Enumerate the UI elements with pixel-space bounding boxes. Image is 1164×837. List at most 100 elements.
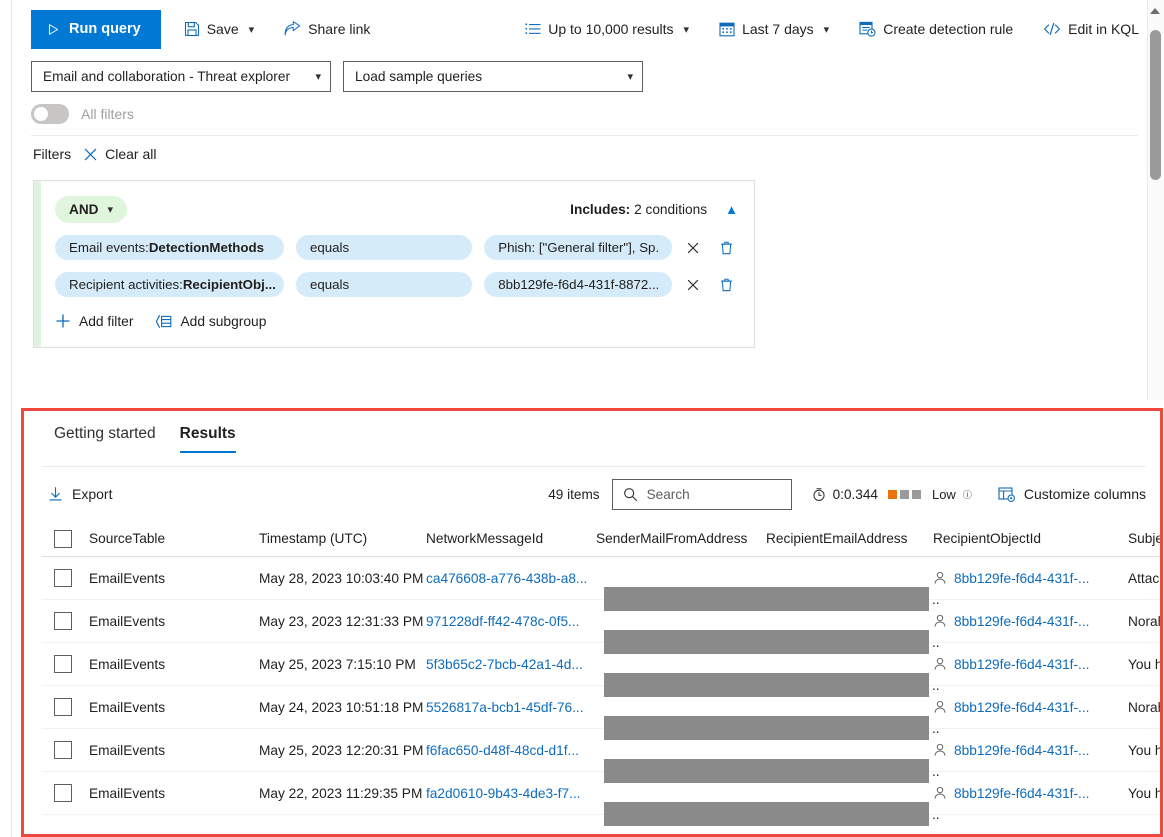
filter-value-0[interactable]: Phish: ["General filter"], Sp... xyxy=(484,235,673,260)
clear-all-button[interactable]: Clear all xyxy=(83,146,156,162)
network-message-id-link[interactable]: 5526817a-bcb1-45df-76... xyxy=(426,700,596,715)
add-subgroup-button[interactable]: Add subgroup xyxy=(155,314,266,329)
advanced-hunting-page: Run query Save ▾ Share link Up to 10,000… xyxy=(0,0,1164,837)
cell-recipient-email-address-truncated: .. xyxy=(932,764,940,779)
tab-results-label: Results xyxy=(179,425,236,442)
all-filters-label: All filters xyxy=(81,106,134,122)
filters-title: Filters xyxy=(33,146,72,162)
edit-in-kql-button[interactable]: Edit in KQL xyxy=(1036,13,1146,45)
filter-value-1[interactable]: 8bb129fe-f6d4-431f-8872... xyxy=(484,272,673,297)
recipient-object-id-link[interactable]: 8bb129fe-f6d4-431f-... xyxy=(954,571,1089,586)
all-filters-toggle[interactable] xyxy=(31,104,69,124)
filter-operator-0[interactable]: equals xyxy=(295,235,473,260)
network-message-id-link[interactable]: 971228df-ff42-478c-0f5... xyxy=(426,614,596,629)
scrollbar-thumb[interactable] xyxy=(1150,30,1161,180)
table-row[interactable]: EmailEvents May 28, 2023 10:03:40 PM ca476… xyxy=(42,557,1160,611)
filter-operator-label-1: equals xyxy=(309,277,350,292)
tab-getting-started[interactable]: Getting started xyxy=(42,419,168,453)
chevron-down-icon[interactable]: ▾ xyxy=(315,70,321,83)
chevron-down-icon[interactable]: ▾ xyxy=(107,203,113,216)
column-header-network-message-id[interactable]: NetworkMessageId xyxy=(426,531,596,546)
column-header-source-table[interactable]: SourceTable xyxy=(89,531,259,546)
chevron-down-icon[interactable]: ▾ xyxy=(249,23,255,36)
info-icon[interactable]: ⓘ xyxy=(963,488,972,501)
table-row[interactable]: EmailEvents May 25, 2023 12:20:31 PM f6fac… xyxy=(42,729,1160,783)
column-header-sender-mail-from-address[interactable]: SenderMailFromAddress xyxy=(596,531,766,546)
filter-operator-1[interactable]: equals xyxy=(295,272,473,297)
run-query-button[interactable]: Run query xyxy=(31,9,161,49)
all-filters-row: All filters xyxy=(31,104,134,124)
cell-recipient-object-id: 8bb129fe-f6d4-431f-... xyxy=(933,657,1128,672)
save-button[interactable]: Save ▾ xyxy=(177,13,261,45)
redaction-bar xyxy=(604,716,929,740)
clear-condition-1-button[interactable] xyxy=(681,273,704,297)
run-query-label: Run query xyxy=(69,21,141,37)
cell-recipient-email-address-truncated: .. xyxy=(932,678,940,693)
cell-subject: You ha xyxy=(1128,785,1160,801)
export-button[interactable]: Export xyxy=(42,482,118,506)
search-input[interactable]: Search xyxy=(611,478,792,510)
cell-recipient-object-id: 8bb129fe-f6d4-431f-... xyxy=(933,614,1128,629)
recipient-object-id-link[interactable]: 8bb129fe-f6d4-431f-... xyxy=(954,614,1089,629)
cell-source-table: EmailEvents xyxy=(89,699,166,715)
person-icon xyxy=(933,743,947,757)
recipient-object-id-link[interactable]: 8bb129fe-f6d4-431f-... xyxy=(954,700,1089,715)
scroll-up-arrow-icon[interactable] xyxy=(1150,8,1160,14)
row-checkbox[interactable] xyxy=(54,569,72,587)
person-icon xyxy=(933,700,947,714)
play-icon xyxy=(47,23,60,36)
table-row[interactable]: EmailEvents May 23, 2023 12:31:33 PM 97122… xyxy=(42,600,1160,654)
chevron-up-icon[interactable]: ▲ xyxy=(725,202,738,217)
column-header-subject[interactable]: Subject xyxy=(1128,531,1160,546)
select-all-checkbox[interactable] xyxy=(54,529,72,548)
row-checkbox[interactable] xyxy=(54,741,72,759)
chevron-down-icon[interactable]: ▾ xyxy=(684,23,690,36)
tab-results[interactable]: Results xyxy=(168,419,248,453)
delete-condition-0-button[interactable] xyxy=(715,236,738,260)
delete-condition-1-button[interactable] xyxy=(715,273,738,297)
column-header-timestamp[interactable]: Timestamp (UTC) xyxy=(259,531,426,546)
redaction-bar xyxy=(604,673,929,697)
create-detection-rule-button[interactable]: Create detection rule xyxy=(852,13,1020,45)
network-message-id-link[interactable]: ca476608-a776-438b-a8... xyxy=(426,571,596,586)
filter-field-1[interactable]: Recipient activities: RecipientObj... xyxy=(55,272,284,297)
chevron-down-icon[interactable]: ▾ xyxy=(824,23,830,36)
filter-field-0[interactable]: Email events: DetectionMethods xyxy=(55,235,284,260)
column-header-recipient-email-address[interactable]: RecipientEmailAddress xyxy=(766,531,933,546)
table-row[interactable]: EmailEvents May 22, 2023 11:29:35 PM fa2d0… xyxy=(42,772,1160,826)
time-range-button[interactable]: Last 7 days ▾ xyxy=(712,13,836,45)
clear-all-label: Clear all xyxy=(105,146,157,162)
share-link-button[interactable]: Share link xyxy=(277,13,377,45)
row-checkbox[interactable] xyxy=(54,784,72,802)
edit-in-kql-label: Edit in KQL xyxy=(1068,21,1139,37)
recipient-object-id-link[interactable]: 8bb129fe-f6d4-431f-... xyxy=(954,743,1089,758)
row-checkbox[interactable] xyxy=(54,655,72,673)
table-row[interactable]: EmailEvents May 25, 2023 7:15:10 PM 5f3b65… xyxy=(42,643,1160,697)
left-divider xyxy=(11,0,12,837)
cell-subject: Attach xyxy=(1128,570,1160,586)
query-performance: 0:0.344 Low ⓘ xyxy=(812,487,972,502)
add-filter-button[interactable]: Add filter xyxy=(55,313,133,329)
row-checkbox[interactable] xyxy=(54,698,72,716)
recipient-object-id-link[interactable]: 8bb129fe-f6d4-431f-... xyxy=(954,657,1089,672)
row-checkbox[interactable] xyxy=(54,612,72,630)
customize-columns-button[interactable]: Customize columns xyxy=(998,486,1146,502)
network-message-id-link[interactable]: f6fac650-d48f-48cd-d1f... xyxy=(426,743,596,758)
logical-operator-dropdown[interactable]: AND ▾ xyxy=(55,195,127,223)
section-divider xyxy=(31,135,1138,136)
clear-condition-0-button[interactable] xyxy=(681,236,704,260)
table-row[interactable]: EmailEvents May 24, 2023 10:51:18 PM 55268… xyxy=(42,686,1160,740)
chevron-down-icon[interactable]: ▾ xyxy=(627,70,633,83)
data-source-dropdown[interactable]: Email and collaboration - Threat explore… xyxy=(31,61,331,92)
search-icon xyxy=(623,487,638,502)
results-limit-button[interactable]: Up to 10,000 results ▾ xyxy=(518,13,696,45)
network-message-id-link[interactable]: 5f3b65c2-7bcb-42a1-4d... xyxy=(426,657,596,672)
sample-queries-dropdown[interactable]: Load sample queries ▾ xyxy=(343,61,643,92)
row-select-cell xyxy=(42,741,89,759)
customize-columns-label: Customize columns xyxy=(1023,486,1146,502)
column-header-recipient-object-id[interactable]: RecipientObjectId xyxy=(933,531,1128,546)
network-message-id-link[interactable]: fa2d0610-9b43-4de3-f7... xyxy=(426,786,596,801)
vertical-scrollbar[interactable] xyxy=(1147,0,1164,400)
recipient-object-id-link[interactable]: 8bb129fe-f6d4-431f-... xyxy=(954,786,1089,801)
filter-condition-row: Recipient activities: RecipientObj... eq… xyxy=(55,272,738,297)
